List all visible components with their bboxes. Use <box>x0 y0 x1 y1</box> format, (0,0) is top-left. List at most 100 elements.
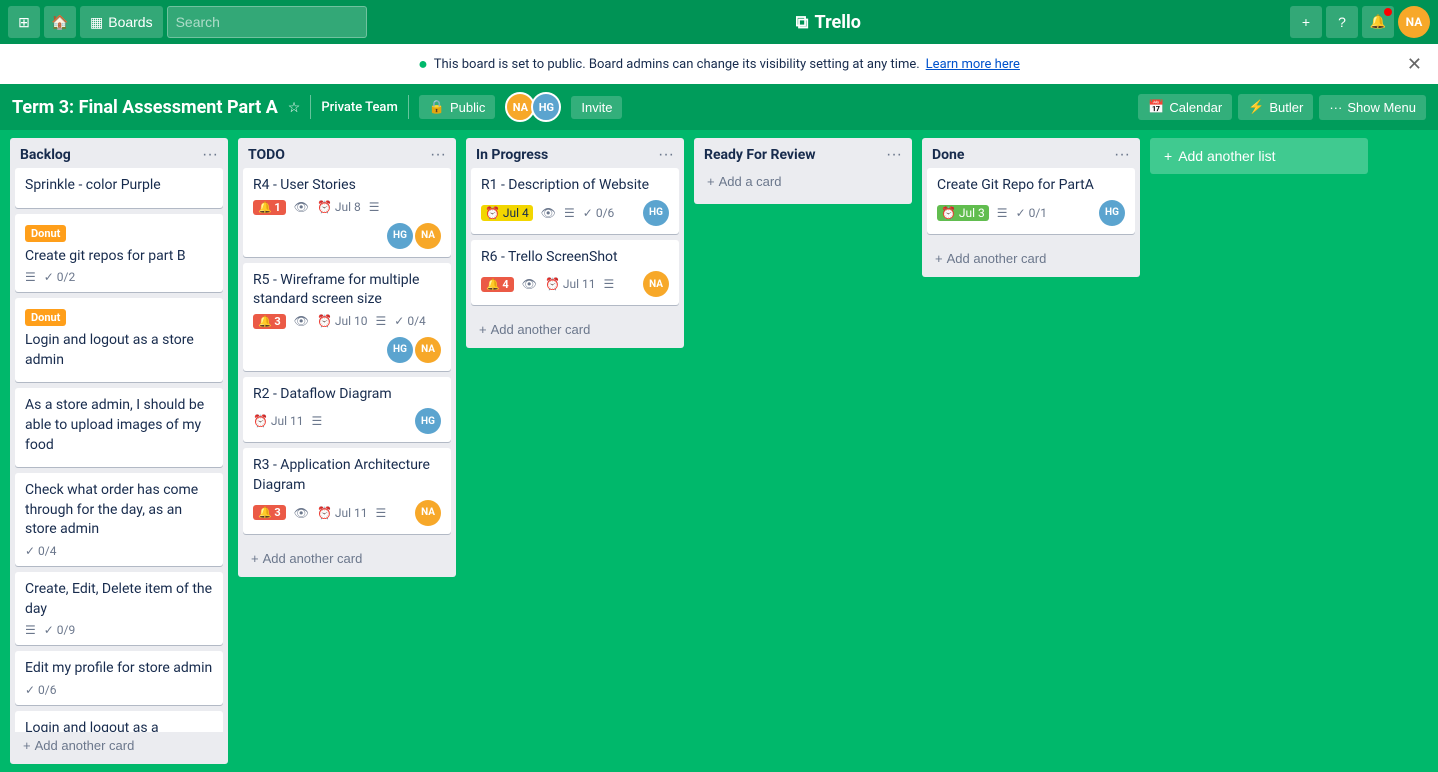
list-done-cards: Create Git Repo for PartA ⏰ Jul 3 ☰ ✓ 0/… <box>922 168 1140 245</box>
apps-button[interactable]: 🏠 <box>44 6 76 38</box>
due-date: ⏰ Jul 4 <box>481 205 533 221</box>
help-button[interactable]: ? <box>1326 6 1358 38</box>
list-done-menu-button[interactable]: ··· <box>1114 146 1130 164</box>
card-login-customer[interactable]: Login and logout as a customer <box>15 711 223 732</box>
add-card-button-inprogress[interactable]: + Add another card <box>471 316 679 343</box>
card-title: R3 - Application Architecture Diagram <box>253 456 441 495</box>
notifications-button[interactable]: 🔔 <box>1362 6 1394 38</box>
card-r3[interactable]: R3 - Application Architecture Diagram 🔔 … <box>243 448 451 533</box>
invite-button[interactable]: Invite <box>571 96 622 119</box>
list-done: Done ··· Create Git Repo for PartA ⏰ Jul… <box>922 138 1140 277</box>
card-upload-images[interactable]: As a store admin, I should be able to up… <box>15 388 223 467</box>
card-meta: ✓ 0/6 <box>25 683 213 697</box>
boards-button[interactable]: ▦ Boards <box>80 6 163 38</box>
due-date: ⏰ Jul 8 <box>317 200 361 214</box>
due-date: ⏰ Jul 3 <box>937 205 989 221</box>
search-input[interactable] <box>167 6 367 38</box>
add-button[interactable]: + <box>1290 6 1322 38</box>
card-avatars: HG <box>415 408 441 434</box>
card-avatars: HG NA <box>387 223 441 249</box>
list-backlog: Backlog ··· Sprinkle - color Purple Donu… <box>10 138 228 764</box>
card-edit-profile[interactable]: Edit my profile for store admin ✓ 0/6 <box>15 651 223 705</box>
card-sprinkle[interactable]: Sprinkle - color Purple <box>15 168 223 208</box>
card-title: Check what order has come through for th… <box>25 481 213 540</box>
list-rfr-cards: + Add a card <box>694 168 912 204</box>
visibility-button[interactable]: 🔒 Public <box>419 95 496 119</box>
card-create-edit-delete[interactable]: Create, Edit, Delete item of the day ☰ ✓… <box>15 572 223 645</box>
list-icon: ☰ <box>312 414 323 428</box>
card-r2[interactable]: R2 - Dataflow Diagram ⏰ Jul 11 ☰ HG <box>243 377 451 443</box>
avatar-na: NA <box>643 271 669 297</box>
calendar-button[interactable]: 📅 Calendar <box>1138 94 1232 120</box>
add-card-button-done[interactable]: + Add another card <box>927 245 1135 272</box>
calendar-label: Calendar <box>1169 100 1222 115</box>
checklist-meta: ☰ <box>25 270 36 284</box>
alert-badge: 🔔 4 <box>481 277 514 292</box>
show-menu-label: Show Menu <box>1347 100 1416 115</box>
card-check-orders[interactable]: Check what order has come through for th… <box>15 473 223 566</box>
plus-icon: + <box>479 322 487 337</box>
avatar-na: NA <box>415 337 441 363</box>
notice-text: This board is set to public. Board admin… <box>434 57 920 72</box>
card-title: R6 - Trello ScreenShot <box>481 248 669 268</box>
butler-button[interactable]: ⚡ Butler <box>1238 94 1313 120</box>
show-menu-button[interactable]: ··· Show Menu <box>1319 95 1426 120</box>
plus-icon: + <box>251 551 259 566</box>
avatar-hg: HG <box>387 223 413 249</box>
star-button[interactable]: ☆ <box>288 99 301 116</box>
card-title: As a store admin, I should be able to up… <box>25 396 213 455</box>
card-r6[interactable]: R6 - Trello ScreenShot 🔔 4 👁 ⏰ Jul 11 ☰ … <box>471 240 679 306</box>
trello-logo: ⧉ Trello <box>371 12 1286 33</box>
avatar-hg: HG <box>1099 200 1125 226</box>
card-login-store-admin[interactable]: Donut Login and logout as a store admin <box>15 298 223 382</box>
list-todo-menu-button[interactable]: ··· <box>430 146 446 164</box>
add-card-button-backlog[interactable]: + Add another card <box>15 732 223 759</box>
list-backlog-title: Backlog <box>20 147 71 163</box>
board-header: Term 3: Final Assessment Part A ☆ Privat… <box>0 84 1438 130</box>
divider2 <box>408 95 409 119</box>
card-git-repos[interactable]: Donut Create git repos for part B ☰ ✓ 0/… <box>15 214 223 293</box>
add-list-button[interactable]: + Add another list <box>1150 138 1368 174</box>
add-card-inline-rfr[interactable]: + Add a card <box>699 168 907 195</box>
alert-badge: 🔔 1 <box>253 200 286 215</box>
card-title: R5 - Wireframe for multiple standard scr… <box>253 271 441 310</box>
list-readyforreview: Ready For Review ··· + Add a card <box>694 138 912 204</box>
avatar-hg: HG <box>387 337 413 363</box>
list-backlog-menu-button[interactable]: ··· <box>202 146 218 164</box>
member-avatar-hg[interactable]: HG <box>531 92 561 122</box>
list-todo-title: TODO <box>248 147 285 163</box>
notice-close-button[interactable]: ✕ <box>1407 54 1422 75</box>
user-avatar[interactable]: NA <box>1398 6 1430 38</box>
card-meta: ⏰ Jul 11 ☰ HG <box>253 408 441 434</box>
card-r5[interactable]: R5 - Wireframe for multiple standard scr… <box>243 263 451 371</box>
avatar-na: NA <box>415 223 441 249</box>
card-avatars: HG <box>643 200 669 226</box>
notice-link[interactable]: Learn more here <box>926 57 1020 72</box>
card-r1[interactable]: R1 - Description of Website ⏰ Jul 4 👁 ☰ … <box>471 168 679 234</box>
home-button[interactable]: ⊞ <box>8 6 40 38</box>
notice-bar: ● This board is set to public. Board adm… <box>0 44 1438 84</box>
card-avatars: NA <box>643 271 669 297</box>
watch-icon: 👁 <box>294 314 309 328</box>
butler-icon: ⚡ <box>1248 99 1264 115</box>
card-title: Login and logout as a store admin <box>25 331 213 370</box>
due-date: ⏰ Jul 10 <box>317 314 368 328</box>
card-meta: 🔔 4 👁 ⏰ Jul 11 ☰ NA <box>481 271 669 297</box>
top-nav: ⊞ 🏠 ▦ Boards ⧉ Trello + ? 🔔 NA <box>0 0 1438 44</box>
trello-icon: ⧉ <box>796 12 809 33</box>
card-avatars: HG <box>1099 200 1125 226</box>
list-icon: ☰ <box>604 277 615 291</box>
card-r4[interactable]: R4 - User Stories 🔔 1 👁 ⏰ Jul 8 ☰ HG NA <box>243 168 451 257</box>
card-title: R2 - Dataflow Diagram <box>253 385 441 405</box>
card-d1[interactable]: Create Git Repo for PartA ⏰ Jul 3 ☰ ✓ 0/… <box>927 168 1135 234</box>
checklist-count: ✓ 0/6 <box>583 206 614 220</box>
list-rfr-menu-button[interactable]: ··· <box>886 146 902 164</box>
watch-icon: 👁 <box>294 200 309 214</box>
add-card-button-todo[interactable]: + Add another card <box>243 545 451 572</box>
card-title: Create, Edit, Delete item of the day <box>25 580 213 619</box>
card-meta: ✓ 0/4 <box>25 544 213 558</box>
add-card-label: Add a card <box>719 174 782 189</box>
list-inprogress-menu-button[interactable]: ··· <box>658 146 674 164</box>
public-icon: ● <box>418 54 428 74</box>
list-icon: ☰ <box>564 206 575 220</box>
